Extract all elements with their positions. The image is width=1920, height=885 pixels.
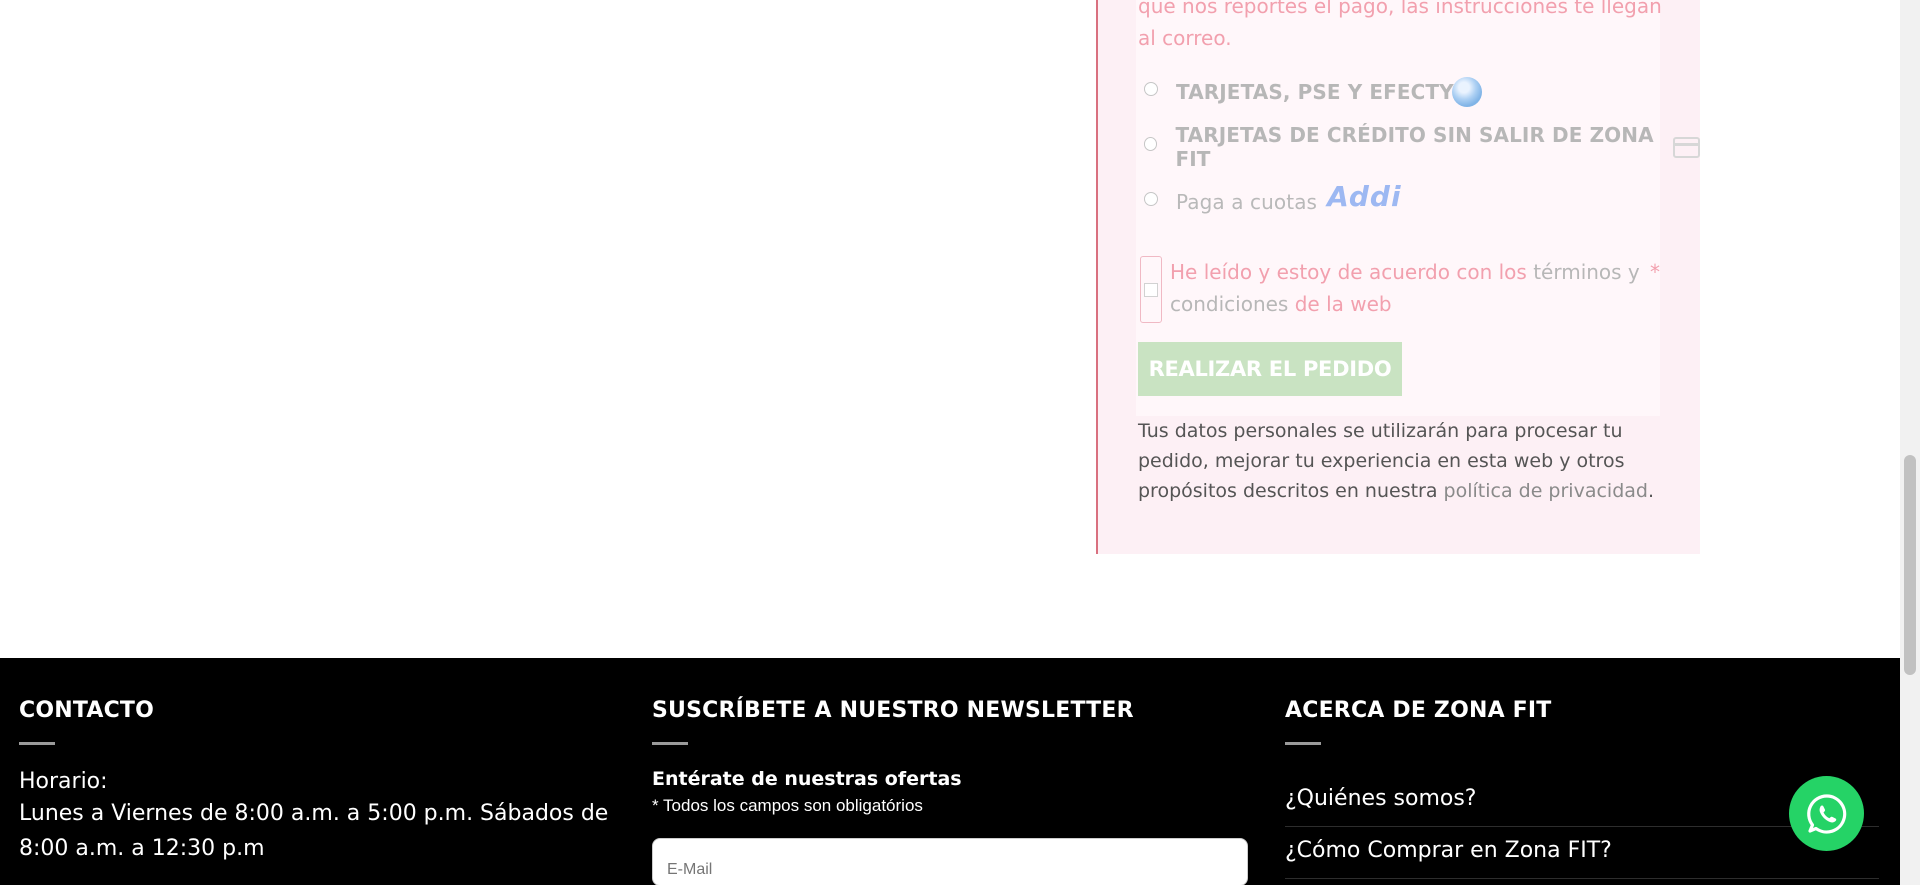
privacy-policy-link[interactable]: política de privacidad xyxy=(1444,480,1648,502)
page-scrollbar[interactable] xyxy=(1900,0,1920,885)
payment-option-credit-card[interactable]: TARJETAS DE CRÉDITO SIN SALIR DE ZONA FI… xyxy=(1144,123,1700,171)
payment-option-addi[interactable]: Paga a cuotas Addi xyxy=(1144,180,1402,218)
place-order-button[interactable]: REALIZAR EL PEDIDO xyxy=(1138,342,1402,396)
terms-checkbox-box xyxy=(1144,282,1158,297)
newsletter-note: * Todos los campos son obligatórios xyxy=(652,796,923,815)
payment-radio[interactable] xyxy=(1144,137,1158,151)
footer: CONTACTO Horario: Lunes a Viernes de 8:0… xyxy=(0,658,1900,885)
hours-text: Lunes a Viernes de 8:00 a.m. a 5:00 p.m.… xyxy=(19,801,609,861)
addi-logo: Addi xyxy=(1327,179,1402,213)
footer-about: ACERCA DE ZONA FIT ¿Quiénes somos? ¿Cómo… xyxy=(1285,698,1879,879)
globe-icon xyxy=(1451,77,1482,107)
newsletter-title: SUSCRÍBETE A NUESTRO NEWSLETTER xyxy=(652,698,1134,723)
required-mark: * xyxy=(1650,260,1660,284)
payment-option-label: Paga a cuotas xyxy=(1176,190,1318,214)
terms-prefix: He leído y estoy de acuerdo con los xyxy=(1170,260,1534,284)
payment-option-tarjetas-pse[interactable]: TARJETAS, PSE Y EFECTY xyxy=(1144,76,1482,108)
contact-title: CONTACTO xyxy=(19,698,155,723)
footer-contact: CONTACTO Horario: Lunes a Viernes de 8:0… xyxy=(19,698,619,866)
about-title: ACERCA DE ZONA FIT xyxy=(1285,698,1552,723)
credit-card-icon xyxy=(1673,136,1700,158)
title-underline xyxy=(19,742,55,745)
email-field[interactable] xyxy=(652,838,1248,885)
terms-row: He leído y estoy de acuerdo con los térm… xyxy=(1140,256,1660,323)
privacy-notice: Tus datos personales se utilizarán para … xyxy=(1138,416,1658,506)
newsletter-subtitle: Entérate de nuestras ofertas xyxy=(652,768,962,790)
footer-newsletter: SUSCRÍBETE A NUESTRO NEWSLETTER Entérate… xyxy=(652,698,1248,885)
scrollbar-thumb[interactable] xyxy=(1904,455,1916,675)
payment-option-label: TARJETAS, PSE Y EFECTY xyxy=(1176,80,1454,104)
terms-suffix: de la web xyxy=(1288,292,1392,316)
hours-label: Horario: xyxy=(19,769,108,794)
payment-option-label: TARJETAS DE CRÉDITO SIN SALIR DE ZONA FI… xyxy=(1175,123,1654,171)
about-link-como-comprar[interactable]: ¿Cómo Comprar en Zona FIT? xyxy=(1285,827,1879,879)
about-links: ¿Quiénes somos? ¿Cómo Comprar en Zona FI… xyxy=(1285,775,1879,879)
checkout-panel: que nos reportes el pago, las instruccio… xyxy=(1096,0,1700,554)
whatsapp-icon xyxy=(1806,793,1846,834)
title-underline xyxy=(652,742,688,745)
page: que nos reportes el pago, las instruccio… xyxy=(0,0,1920,885)
payment-radio[interactable] xyxy=(1144,82,1158,96)
title-underline xyxy=(1285,742,1321,745)
whatsapp-button[interactable] xyxy=(1789,776,1864,851)
terms-text: He leído y estoy de acuerdo con los térm… xyxy=(1170,256,1645,323)
payment-radio[interactable] xyxy=(1144,192,1158,206)
payment-intro-text: que nos reportes el pago, las instruccio… xyxy=(1138,0,1662,50)
terms-checkbox[interactable] xyxy=(1140,256,1162,323)
privacy-end: . xyxy=(1647,480,1655,502)
